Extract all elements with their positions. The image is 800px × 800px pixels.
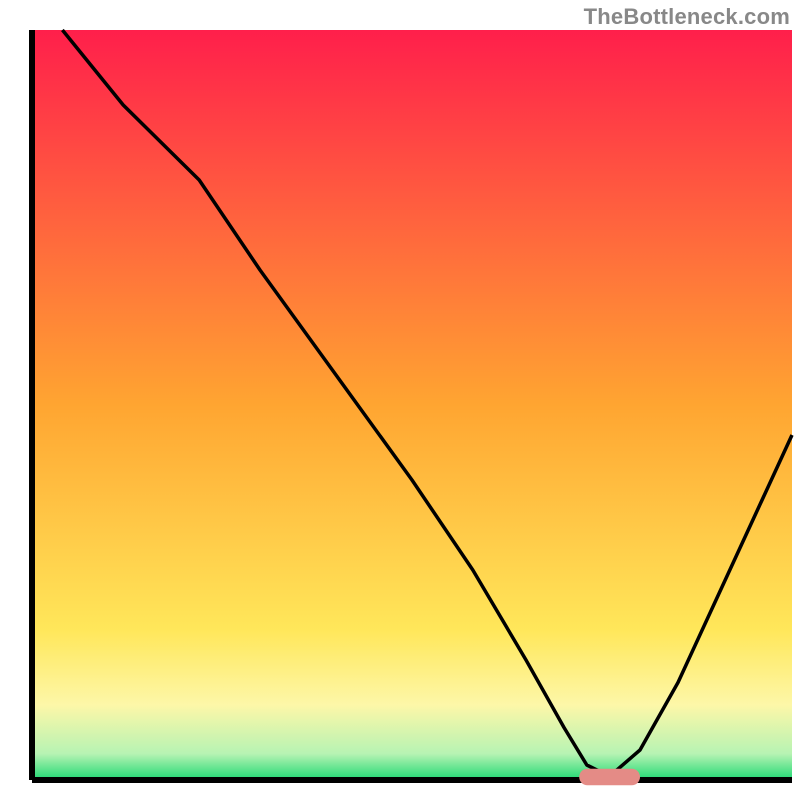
chart-container: TheBottleneck.com [0,0,800,800]
plot-background [32,30,792,780]
bottleneck-chart [0,0,800,800]
watermark-text: TheBottleneck.com [584,4,790,30]
optimal-range-marker [579,769,640,786]
